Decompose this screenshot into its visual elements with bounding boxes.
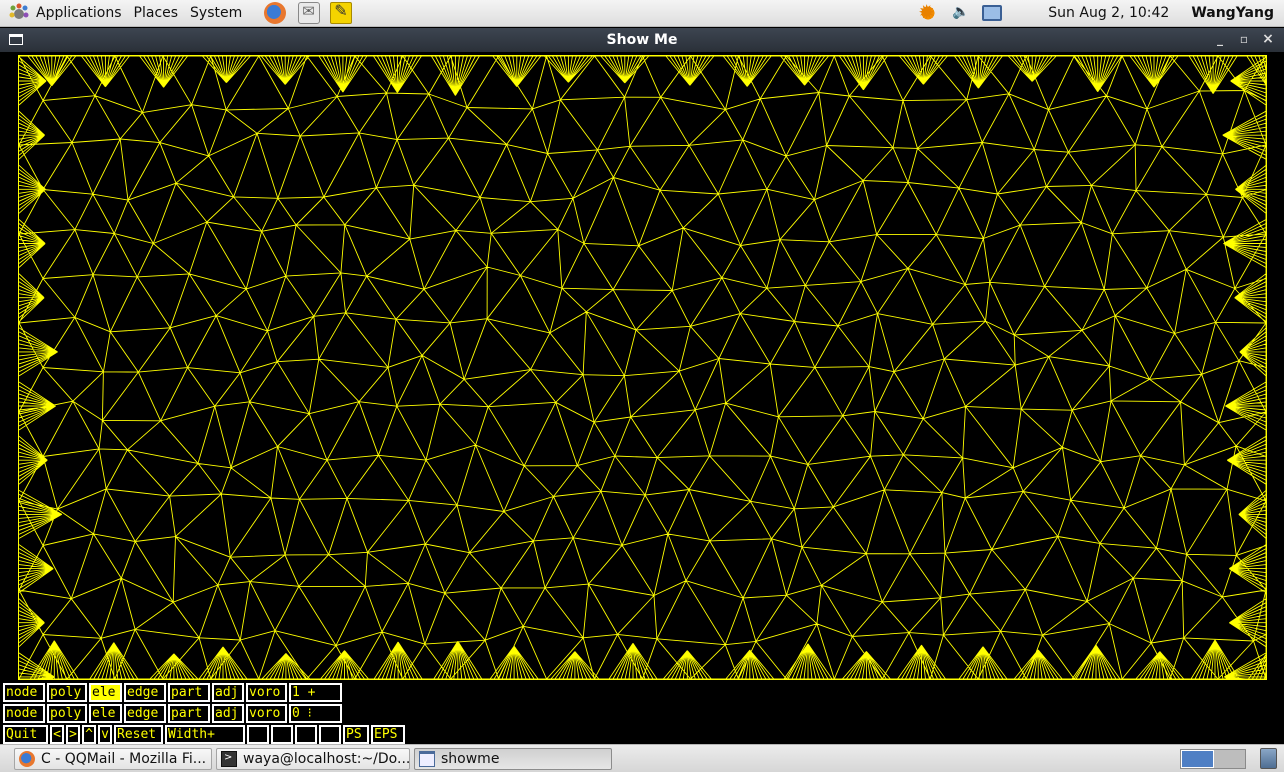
menu-places[interactable]: Places	[128, 0, 185, 27]
width-plus-button[interactable]: Width+	[165, 725, 245, 744]
adj-button-2[interactable]: adj	[212, 704, 244, 723]
menu-applications[interactable]: Applications	[30, 0, 128, 27]
window-title: Show Me	[606, 32, 678, 48]
task-label: waya@localhost:~/Do...	[243, 750, 410, 767]
part-button-1[interactable]: part	[168, 683, 210, 702]
window-icon	[419, 750, 435, 767]
up-button[interactable]: ^	[82, 725, 96, 744]
ele-button-1[interactable]: ele	[89, 683, 122, 702]
reset-button[interactable]: Reset	[114, 725, 163, 744]
network-icon[interactable]	[982, 5, 1003, 21]
adj-button-1[interactable]: adj	[212, 683, 244, 702]
maximize-button[interactable]: ▫	[1235, 30, 1253, 48]
username[interactable]: WangYang	[1191, 5, 1274, 21]
blank-button-4[interactable]	[319, 725, 341, 744]
terminal-icon	[221, 750, 237, 767]
ele-button-2[interactable]: ele	[89, 704, 122, 723]
window-menu-icon[interactable]	[9, 34, 23, 45]
notes-icon[interactable]	[330, 1, 353, 24]
control-row-1: node poly ele edge part adj voro 1 +	[3, 683, 344, 702]
iteration-button-1[interactable]: 1 +	[289, 683, 342, 702]
iteration-button-2[interactable]: 0 ⁝	[289, 704, 342, 723]
poly-button-2[interactable]: poly	[47, 704, 87, 723]
mesh-drawing	[19, 56, 1266, 679]
blank-button-1[interactable]	[247, 725, 269, 744]
clock[interactable]: Sun Aug 2, 10:42	[1048, 5, 1169, 21]
voro-button-1[interactable]: voro	[246, 683, 287, 702]
bottom-taskbar: C - QQMail - Mozilla Fi... waya@localhos…	[0, 744, 1284, 772]
right-button[interactable]: >	[66, 725, 80, 744]
task-showme[interactable]: showme	[414, 747, 612, 770]
minimize-button[interactable]: _	[1211, 30, 1229, 48]
quit-button[interactable]: Quit	[3, 725, 48, 744]
eps-button[interactable]: EPS	[371, 725, 405, 744]
task-terminal[interactable]: waya@localhost:~/Do...	[216, 747, 410, 770]
blank-button-2[interactable]	[271, 725, 293, 744]
node-button-1[interactable]: node	[3, 683, 45, 702]
voro-button-2[interactable]: voro	[246, 704, 287, 723]
edge-button-2[interactable]: edge	[124, 704, 166, 723]
weather-icon[interactable]	[918, 0, 939, 24]
workspace-1[interactable]	[1181, 750, 1214, 768]
top-panel: Applications Places System Sun Aug 2, 10…	[0, 0, 1284, 27]
part-button-2[interactable]: part	[168, 704, 210, 723]
edge-button-1[interactable]: edge	[124, 683, 166, 702]
control-row-3: Quit < > ^ v Reset Width+ PS EPS	[3, 725, 407, 744]
control-row-2: node poly ele edge part adj voro 0 ⁝	[3, 704, 344, 723]
close-button[interactable]: ×	[1259, 30, 1277, 48]
trash-icon[interactable]	[1260, 748, 1277, 769]
showme-client: node poly ele edge part adj voro 1 + nod…	[0, 52, 1284, 744]
poly-button-1[interactable]: poly	[47, 683, 87, 702]
gnome-foot-icon[interactable]	[8, 2, 30, 24]
mail-icon[interactable]	[298, 2, 321, 24]
task-label: showme	[441, 750, 500, 767]
task-label: C - QQMail - Mozilla Fi...	[41, 750, 207, 767]
node-button-2[interactable]: node	[3, 704, 45, 723]
left-button[interactable]: <	[50, 725, 64, 744]
volume-icon[interactable]	[950, 3, 970, 23]
ps-button[interactable]: PS	[343, 725, 369, 744]
task-firefox[interactable]: C - QQMail - Mozilla Fi...	[14, 747, 212, 770]
window-titlebar[interactable]: Show Me _ ▫ ×	[0, 28, 1284, 52]
blank-button-3[interactable]	[295, 725, 317, 744]
down-button[interactable]: v	[98, 725, 112, 744]
mesh-edges	[19, 56, 1266, 679]
firefox-icon	[19, 750, 35, 767]
mesh-canvas[interactable]	[18, 55, 1267, 680]
menu-system[interactable]: System	[184, 0, 248, 27]
workspace-switcher-icon[interactable]	[1180, 749, 1246, 769]
firefox-icon[interactable]	[264, 2, 287, 24]
